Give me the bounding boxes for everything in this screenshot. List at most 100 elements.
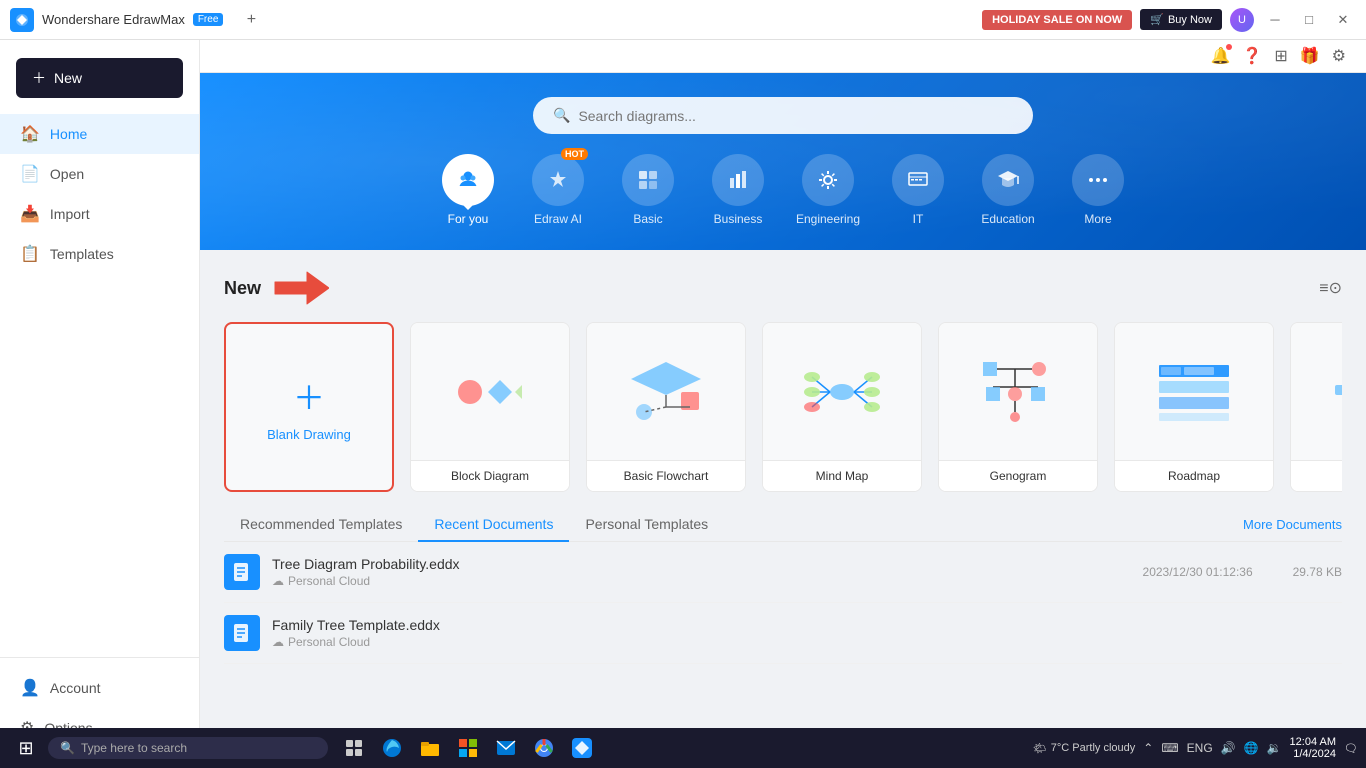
flowchart-preview [587,323,745,460]
sidebar: ＋ New 🏠 Home 📄 Open 📥 Import 📋 Templates… [0,40,200,768]
mail-button[interactable] [488,730,524,766]
account-icon: 👤 [20,678,40,698]
it-icon [892,154,944,206]
home-icon: 🏠 [20,124,40,144]
close-button[interactable]: ✕ [1330,7,1356,33]
minimize-button[interactable]: ─ [1262,7,1288,33]
file-explorer-button[interactable] [412,730,448,766]
category-engineering[interactable]: Engineering [793,154,863,226]
sidebar-item-open[interactable]: 📄 Open [0,154,199,194]
gift-icon[interactable]: 🎁 [1300,46,1320,66]
sidebar-item-account[interactable]: 👤 Account [0,668,199,708]
category-more[interactable]: More [1063,154,1133,226]
template-card-block[interactable]: Block Diagram [410,322,570,492]
settings-icon[interactable]: ⚙ [1332,46,1346,66]
tab-recommended[interactable]: Recommended Templates [224,508,418,542]
table-row[interactable]: Tree Diagram Probability.eddx ☁ Personal… [224,542,1342,603]
template-card-flowchart[interactable]: Basic Flowchart [586,322,746,492]
category-basic[interactable]: Basic [613,154,683,226]
doc-info: Tree Diagram Probability.eddx ☁ Personal… [272,556,1143,588]
notification-icon[interactable]: 🔔 [1210,46,1230,66]
edrawmax-button[interactable] [564,730,600,766]
help-icon[interactable]: ❓ [1242,46,1262,66]
flowchart-label: Basic Flowchart [587,460,745,491]
store-button[interactable] [450,730,486,766]
volume-icon[interactable]: 🔊 [1221,741,1236,755]
more-documents-link[interactable]: More Documents [1243,517,1342,532]
apps-grid-icon[interactable]: ⊞ [1274,46,1287,66]
doc-size: 29.78 KB [1293,565,1342,579]
app-logo [10,8,34,32]
task-view-button[interactable] [336,730,372,766]
search-input[interactable] [578,108,1013,124]
category-it[interactable]: IT [883,154,953,226]
tab-personal[interactable]: Personal Templates [569,508,724,542]
chevron-up-icon[interactable]: ⌃ [1143,741,1153,755]
new-button[interactable]: ＋ New [16,58,183,98]
network-icon[interactable]: 🌐 [1244,741,1259,755]
roadmap-preview [1115,323,1273,460]
taskbar-right: 🌤 7°C Partly cloudy ⌃ ⌨ ENG 🔊 🌐 🔉 12:04 … [1033,736,1358,760]
system-tray: ⌃ ⌨ ENG 🔊 🌐 🔉 [1143,741,1281,755]
plus-icon: ＋ [32,68,46,88]
template-card-orgchart[interactable]: Org Cha... [1290,322,1342,492]
sidebar-item-templates[interactable]: 📋 Templates [0,234,199,274]
genogram-preview [939,323,1097,460]
tabs-section: Recommended Templates Recent Documents P… [200,492,1366,542]
blank-drawing-card[interactable]: ＋ Blank Drawing [224,322,394,492]
category-edrawai[interactable]: HOT Edraw AI [523,154,593,226]
search-icon: 🔍 [553,107,570,124]
view-options-button[interactable]: ≡⊙ [1319,278,1342,298]
clock[interactable]: 12:04 AM 1/4/2024 [1290,736,1336,760]
doc-location: ☁ Personal Cloud [272,574,1143,588]
tab-recent[interactable]: Recent Documents [418,508,569,542]
titlebar: Wondershare EdrawMax Free + HOLIDAY SALE… [0,0,1366,40]
user-avatar[interactable]: U [1230,8,1254,32]
maximize-button[interactable]: □ [1296,7,1322,33]
category-education[interactable]: Education [973,154,1043,226]
hero-banner: 🔍 For you [200,73,1366,250]
category-foryou[interactable]: For you [433,154,503,226]
buy-now-button[interactable]: 🛒 Buy Now [1140,9,1222,30]
weather-text: 7°C Partly cloudy [1051,742,1136,754]
import-icon: 📥 [20,204,40,224]
orgchart-preview [1291,323,1342,460]
hot-badge: HOT [561,148,588,160]
content-area: 🔔 ❓ ⊞ 🎁 ⚙ 🔍 [200,40,1366,768]
templates-icon: 📋 [20,244,40,264]
orgchart-label: Org Cha... [1291,460,1342,491]
doc-icon [224,554,260,590]
chrome-button[interactable] [526,730,562,766]
mindmap-label: Mind Map [763,460,921,491]
edge-browser-button[interactable] [374,730,410,766]
new-section: New ≡⊙ ＋ Blank Drawing [200,250,1366,492]
education-icon [982,154,1034,206]
roadmap-label: Roadmap [1115,460,1273,491]
holiday-sale-button[interactable]: HOLIDAY SALE ON NOW [982,10,1132,30]
category-tabs: For you HOT Edraw AI [260,154,1306,226]
sidebar-item-home[interactable]: 🏠 Home [0,114,199,154]
foryou-icon [442,154,494,206]
notification-center-icon[interactable]: 🗨 [1344,742,1358,755]
search-bar[interactable]: 🔍 [533,97,1033,134]
weather-widget[interactable]: 🌤 7°C Partly cloudy [1033,742,1135,755]
template-card-mindmap[interactable]: Mind Map [762,322,922,492]
language-icon: ENG [1187,741,1213,755]
speaker-icon: 🔉 [1267,741,1282,755]
new-label: New [224,278,261,299]
free-badge: Free [193,13,224,26]
cart-icon: 🛒 [1150,13,1164,26]
table-row[interactable]: Family Tree Template.eddx ☁ Personal Clo… [224,603,1342,664]
start-button[interactable]: ⊞ [8,733,44,763]
category-business[interactable]: Business [703,154,773,226]
sidebar-item-import[interactable]: 📥 Import [0,194,199,234]
keyboard-icon: ⌨ [1161,741,1178,755]
template-card-roadmap[interactable]: Roadmap [1114,322,1274,492]
taskbar-search[interactable]: 🔍 Type here to search [48,737,328,759]
add-tab-button[interactable]: + [239,8,263,32]
engineering-icon [802,154,854,206]
arrow-indicator [273,270,329,306]
main-layout: ＋ New 🏠 Home 📄 Open 📥 Import 📋 Templates… [0,40,1366,768]
template-card-genogram[interactable]: Genogram [938,322,1098,492]
weather-icon: 🌤 [1033,742,1047,755]
